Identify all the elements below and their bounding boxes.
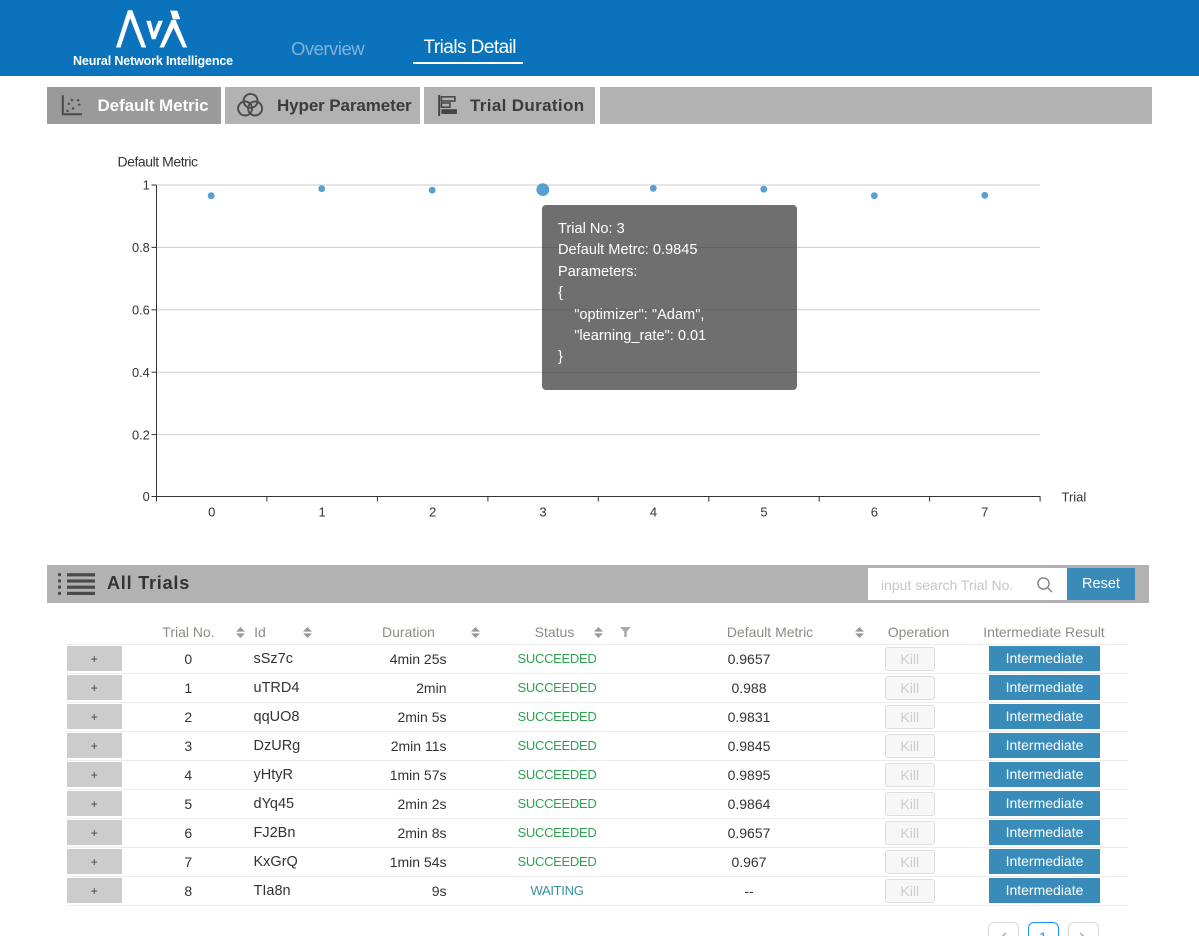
- svg-text:5: 5: [760, 505, 767, 520]
- svg-text:0.6: 0.6: [132, 303, 150, 318]
- svg-text:7: 7: [981, 505, 988, 520]
- svg-text:1: 1: [318, 505, 325, 520]
- svg-text:0.2: 0.2: [132, 427, 150, 442]
- svg-text:3: 3: [539, 505, 546, 520]
- svg-text:0.8: 0.8: [132, 240, 150, 255]
- svg-text:2: 2: [429, 505, 436, 520]
- svg-text:0.4: 0.4: [132, 365, 150, 380]
- svg-text:Trial: Trial: [1062, 490, 1087, 505]
- svg-text:0: 0: [208, 505, 215, 520]
- svg-text:Default Metric: Default Metric: [118, 154, 199, 170]
- svg-text:4: 4: [650, 505, 657, 520]
- svg-text:6: 6: [871, 505, 878, 520]
- svg-text:0: 0: [143, 489, 150, 504]
- svg-text:1: 1: [143, 178, 150, 193]
